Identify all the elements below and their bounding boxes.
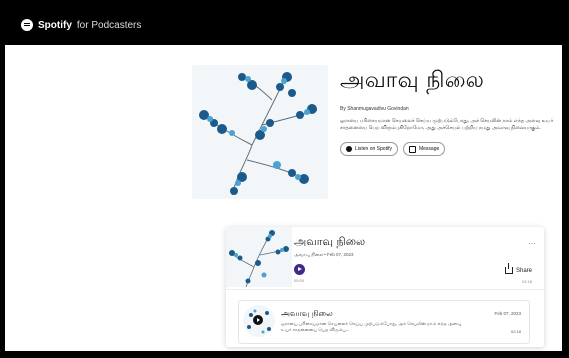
episode-cover-art [226, 227, 292, 287]
player-episode-meta: அவாவு நிலை • Feb 07, 2023 [294, 252, 354, 257]
episode-date: Feb 07, 2023 [494, 311, 521, 316]
more-options-icon[interactable]: ⋯ [528, 239, 536, 248]
episode-player-card: அவாவு நிலை அவாவு நிலை • Feb 07, 2023 ⋯ 0… [226, 227, 544, 347]
top-bar: Spotify for Podcasters [5, 5, 562, 45]
play-icon[interactable] [294, 264, 305, 275]
message-button[interactable]: Message [402, 142, 446, 156]
page-frame: Spotify for Podcasters அவாவு நிலை By Sha… [5, 5, 562, 351]
episode-row-duration: 02:18 [510, 329, 521, 334]
show-cover-art [192, 65, 328, 199]
player-episode-title: அவாவு நிலை [294, 235, 366, 248]
episode-description: ஓராயை பரிசையமான செயலைச் செய்ய முற்படும்ப… [281, 321, 462, 332]
episode-play-icon[interactable] [253, 315, 263, 325]
share-button[interactable]: Share [504, 263, 532, 274]
episode-list-item[interactable]: அவாவு நிலை ஓராயை பரிசையமான செயலைச் செய்ய… [238, 300, 530, 344]
show-title: அவாவு நிலை [340, 68, 485, 93]
spotify-logo-icon [21, 19, 33, 31]
message-label: Message [418, 146, 440, 152]
episode-blossom-artwork [229, 230, 289, 287]
spotify-logo[interactable]: Spotify for Podcasters [21, 19, 141, 31]
show-info: அவாவு நிலை By Shanmugavadivu Govindan ஓர… [340, 68, 560, 156]
current-time: 00:00 [294, 278, 305, 283]
spotify-icon [346, 146, 352, 152]
share-label: Share [515, 267, 532, 274]
episode-title[interactable]: அவாவு நிலை [281, 309, 333, 319]
show-author: By Shanmugavadivu Govindan [340, 106, 409, 112]
share-icon [504, 263, 513, 274]
logo-brand-text: Spotify [38, 19, 72, 31]
message-icon [408, 145, 416, 153]
listen-on-spotify-label: Listen on Spotify [355, 146, 392, 152]
listen-on-spotify-button[interactable]: Listen on Spotify [340, 142, 398, 156]
episode-duration: 02:18 [521, 279, 532, 284]
divider [226, 289, 544, 290]
blossom-artwork [199, 72, 318, 196]
show-description: ஓராயை பரிசையமான செயலைச் செய்ய முற்படும்ப… [340, 118, 554, 131]
logo-sub-text: for Podcasters [76, 19, 142, 31]
